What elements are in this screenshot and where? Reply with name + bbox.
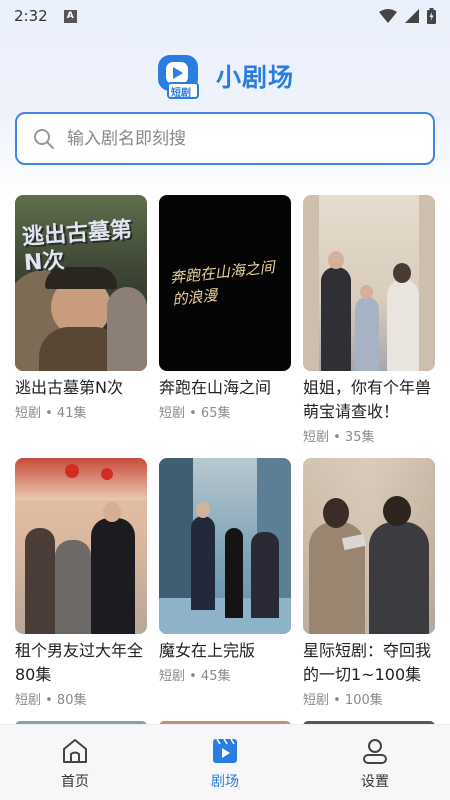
drama-title: 姐姐，你有个年兽萌宝请查收！ xyxy=(303,378,432,421)
drama-card[interactable]: 姐姐，你有个年兽萌宝请查收！ 短剧 • 35集 xyxy=(303,195,435,445)
logo-text: 短剧 xyxy=(170,88,191,99)
drama-title: 魔女在上完版 xyxy=(159,641,256,660)
app-logo: 短剧 xyxy=(156,53,204,99)
drama-meta: 短剧 • 45集 xyxy=(159,669,231,684)
drama-meta: 短剧 • 100集 xyxy=(303,693,383,708)
search-box[interactable] xyxy=(15,112,435,165)
drama-card[interactable]: 奔跑在山海之间的浪漫 奔跑在山海之间 短剧 • 65集 xyxy=(159,195,291,421)
drama-poster[interactable] xyxy=(303,458,435,634)
drama-meta: 短剧 • 41集 xyxy=(15,406,87,421)
nav-theater[interactable]: 剧场 xyxy=(150,725,300,800)
nav-settings[interactable]: 设置 xyxy=(300,725,450,800)
drama-meta: 短剧 • 80集 xyxy=(15,693,87,708)
bottom-nav: 首页 剧场 设置 xyxy=(0,724,450,800)
drama-card[interactable]: 逃出古墓第N次 逃出古墓第N次 短剧 • 41集 xyxy=(15,195,147,421)
drama-poster[interactable] xyxy=(15,458,147,634)
drama-poster[interactable]: 奔跑在山海之间的浪漫 xyxy=(159,195,291,371)
search-icon xyxy=(34,128,54,149)
drama-meta: 短剧 • 65集 xyxy=(159,406,231,421)
status-bar: 2:32 A xyxy=(0,0,450,32)
drama-title: 逃出古墓第N次 xyxy=(15,378,123,397)
status-icons xyxy=(379,8,436,24)
notification-icon: A xyxy=(63,9,77,23)
drama-card[interactable]: 星际短剧：夺回我的一切1~100集 短剧 • 100集 xyxy=(303,458,435,708)
drama-title: 星际短剧：夺回我的一切1~100集 xyxy=(303,641,432,684)
drama-card[interactable]: 租个男友过大年全80集 短剧 • 80集 xyxy=(15,458,147,708)
signal-icon xyxy=(405,9,419,23)
search-input[interactable] xyxy=(67,128,407,149)
battery-icon xyxy=(427,8,436,24)
nav-home-label: 首页 xyxy=(61,774,89,790)
nav-theater-label: 剧场 xyxy=(211,774,239,790)
drama-card[interactable]: 魔女在上完版 短剧 • 45集 xyxy=(159,458,291,684)
nav-settings-label: 设置 xyxy=(361,774,389,790)
drama-title: 租个男友过大年全80集 xyxy=(15,641,144,684)
drama-poster[interactable] xyxy=(159,458,291,634)
poster-title-text: 奔跑在山海之间的浪漫 xyxy=(169,257,276,309)
wifi-icon xyxy=(379,9,397,23)
nav-home[interactable]: 首页 xyxy=(0,725,150,800)
home-icon xyxy=(63,739,87,763)
app-title: 小剧场 xyxy=(215,63,294,92)
status-time: 2:32 xyxy=(14,7,48,25)
app-header: 短剧 小剧场 xyxy=(0,52,450,100)
drama-title: 奔跑在山海之间 xyxy=(159,378,272,397)
drama-poster[interactable] xyxy=(303,195,435,371)
drama-meta: 短剧 • 35集 xyxy=(303,430,375,445)
poster-title-text: 逃出古墓第N次 xyxy=(21,217,133,277)
theater-icon xyxy=(213,738,237,763)
user-icon xyxy=(363,739,387,764)
drama-poster[interactable]: 逃出古墓第N次 xyxy=(15,195,147,371)
